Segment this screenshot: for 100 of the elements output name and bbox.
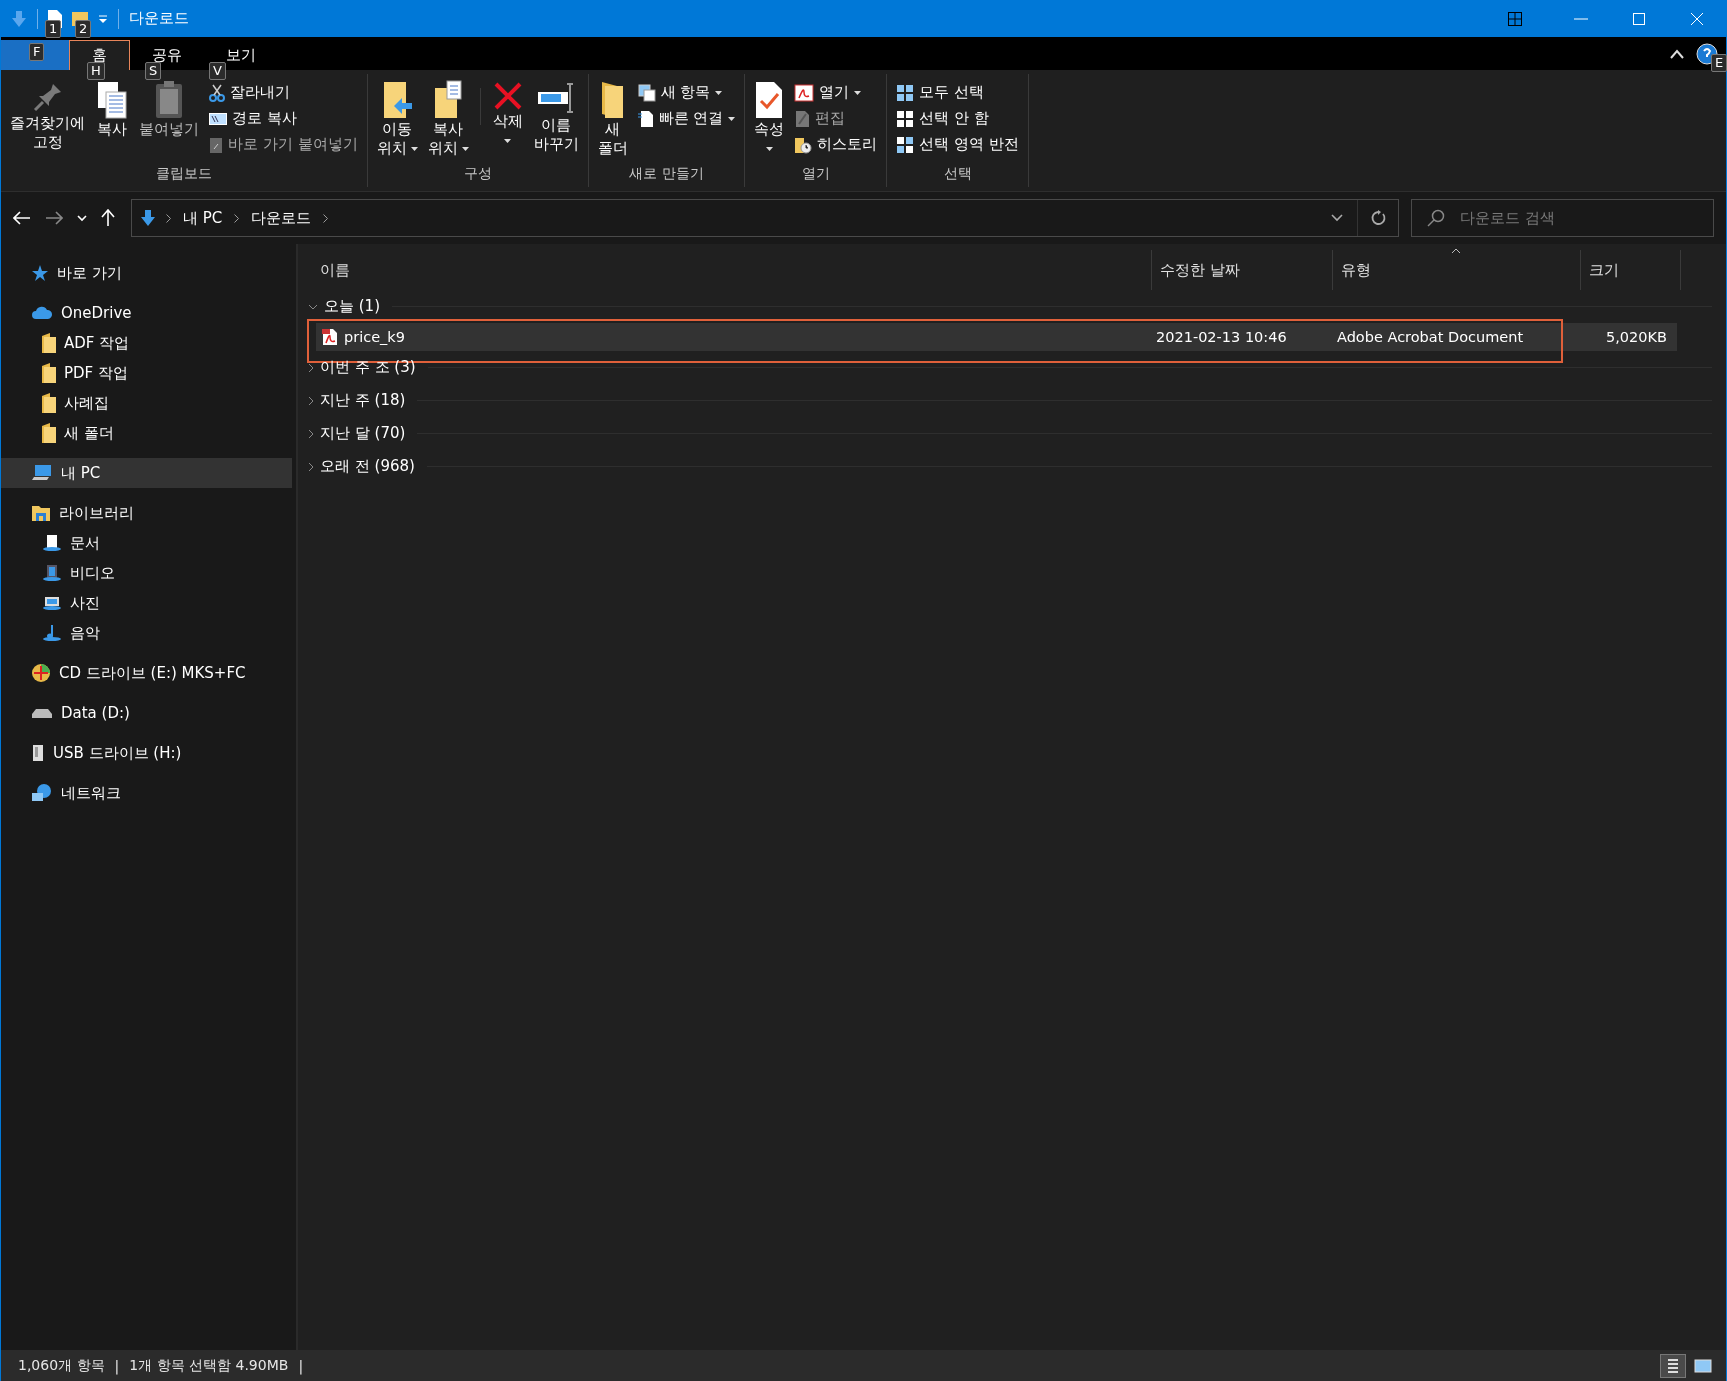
column-header[interactable]: 유형 <box>1333 250 1581 290</box>
status-separator: | <box>298 1357 304 1374</box>
ribbon-button[interactable]: 선택 영역 반전 <box>893 132 1022 157</box>
invert-selection-icon <box>896 135 915 154</box>
up-arrow-icon <box>101 209 115 227</box>
chevron-down-icon <box>77 214 87 222</box>
document-icon <box>42 534 62 552</box>
ribbon-button[interactable]: 경로 복사 <box>206 106 361 131</box>
ribbon-group-label: 구성 <box>462 165 493 183</box>
download-arrow-icon <box>11 9 27 28</box>
address-bar[interactable]: 내 PC 다운로드 <box>131 199 1399 237</box>
ribbon-button[interactable]: 빠른 연결 <box>634 106 739 131</box>
sidebar-item[interactable]: PDF 작업 <box>1 358 292 388</box>
sidebar-item[interactable]: Data (D:) <box>1 698 292 728</box>
file-row[interactable]: price_k9 2021-02-13 10:46 Adobe Acrobat Document 5,020KB <box>316 323 1677 351</box>
back-arrow-icon <box>13 211 31 225</box>
ribbon-button[interactable]: 열기 <box>791 80 881 105</box>
folder-icon <box>42 363 56 383</box>
ribbon-group-label: 클립보드 <box>154 165 213 183</box>
chevron-right-icon <box>308 461 314 472</box>
film-icon <box>42 564 62 582</box>
close-icon <box>1690 11 1704 26</box>
keytip: H <box>87 62 105 80</box>
sidebar-item[interactable]: 비디오 <box>1 558 292 588</box>
select-none-icon <box>896 109 915 128</box>
group-header[interactable]: 지난 주 (18) <box>298 384 1726 417</box>
ribbon-button[interactable]: 복사 위치 <box>424 76 472 165</box>
column-header[interactable]: 이름 <box>320 250 1152 290</box>
keytip: S <box>145 62 162 80</box>
star-icon <box>31 264 49 282</box>
group-header[interactable]: 오래 전 (968) <box>298 450 1726 483</box>
ribbon-button[interactable]: 새 항목 <box>634 80 739 105</box>
ribbon-button[interactable]: 삭제 <box>488 76 527 165</box>
ribbon-button[interactable]: 히스토리 <box>791 132 881 157</box>
sidebar-item[interactable]: OneDrive <box>1 298 292 328</box>
snap-layout-icon <box>1508 11 1522 26</box>
type-cell-text: Adobe Acrobat Document <box>1336 329 1525 345</box>
cloud-icon <box>31 306 53 320</box>
breadcrumb[interactable]: 다운로드 <box>249 208 314 228</box>
ribbon-group-label: 열기 <box>800 165 831 183</box>
forward-button[interactable] <box>43 209 65 227</box>
ribbon-button[interactable]: 잘라내기 <box>206 80 361 105</box>
column-header[interactable]: 크기 <box>1581 250 1681 290</box>
up-button[interactable] <box>99 207 117 229</box>
sidebar-item[interactable]: 라이브러리 <box>1 498 292 528</box>
document-icon <box>637 109 654 128</box>
chevron-icon <box>234 213 240 223</box>
library-icon <box>31 504 51 522</box>
sidebar-item[interactable]: 사례집 <box>1 388 292 418</box>
paste-shortcut-icon <box>209 135 223 154</box>
sidebar-item[interactable]: 사진 <box>1 588 292 618</box>
maximize-icon <box>1633 12 1645 25</box>
sidebar-item[interactable]: USB 드라이브 (H:) <box>1 738 292 768</box>
sidebar-item[interactable]: 음악 <box>1 618 292 648</box>
group-header[interactable]: 지난 달 (70) <box>298 417 1726 450</box>
date-cell-text: 2021-02-13 10:46 <box>1155 329 1288 345</box>
ribbon-button[interactable]: 이동 위치 <box>373 76 421 165</box>
ribbon-button[interactable]: 모두 선택 <box>893 80 1022 105</box>
ribbon-button[interactable]: 속성 <box>751 76 788 165</box>
size-cell-text: 5,020KB <box>1605 329 1667 345</box>
back-button[interactable] <box>11 209 33 227</box>
scissors-icon <box>209 83 225 102</box>
sidebar-item[interactable]: 문서 <box>1 528 292 558</box>
details-view-button[interactable] <box>1660 1353 1686 1378</box>
dropdown-icon <box>98 13 108 24</box>
minimize-icon <box>1574 17 1588 20</box>
music-note-icon <box>42 624 62 642</box>
breadcrumb[interactable]: 내 PC <box>181 208 225 228</box>
drive-icon <box>31 707 53 719</box>
group-header[interactable]: 이번 주 조 (3) <box>298 351 1726 384</box>
sidebar-item[interactable]: 네트워크 <box>1 778 292 808</box>
select-all-icon <box>896 83 915 102</box>
group-header[interactable]: 오늘 (1) <box>298 290 1726 323</box>
edit-icon <box>794 109 811 128</box>
keytip: V <box>209 62 226 80</box>
list-icon <box>1667 1357 1679 1374</box>
ribbon-button[interactable]: 선택 안 함 <box>893 106 1022 131</box>
keytip: 2 <box>75 20 92 38</box>
column-header[interactable]: 수정한 날짜 <box>1152 250 1333 290</box>
chevron-icon <box>166 213 171 223</box>
search-field[interactable]: 다운로드 검색 <box>1411 199 1714 237</box>
sidebar-item[interactable]: ADF 작업 <box>1 328 292 358</box>
search-icon <box>1427 209 1445 227</box>
ribbon-button[interactable]: 새 폴더 <box>594 76 631 165</box>
collapse-ribbon-icon <box>1670 48 1684 59</box>
ribbon-group-label: 새로 만들기 <box>628 165 705 183</box>
pdf-file-icon <box>322 328 338 346</box>
sidebar-item[interactable]: CD 드라이브 (E:) MKS+FC <box>1 658 292 688</box>
sidebar-item[interactable]: 바로 가기 <box>1 258 292 288</box>
recent-dropdown[interactable] <box>75 212 89 224</box>
folder-icon <box>42 333 56 353</box>
ribbon-button[interactable]: 이름 바꾸기 <box>530 76 582 165</box>
ribbon-button[interactable]: 즐겨찾기에 고정 <box>7 76 88 165</box>
pdf-icon <box>794 83 815 102</box>
status-separator: | <box>114 1357 120 1374</box>
window-title: 다운로드 <box>129 9 189 28</box>
sidebar-item[interactable]: 내 PC <box>1 458 292 488</box>
chevron-right-icon <box>308 395 314 406</box>
chevron-icon <box>323 213 329 223</box>
sidebar-item[interactable]: 새 폴더 <box>1 418 292 448</box>
